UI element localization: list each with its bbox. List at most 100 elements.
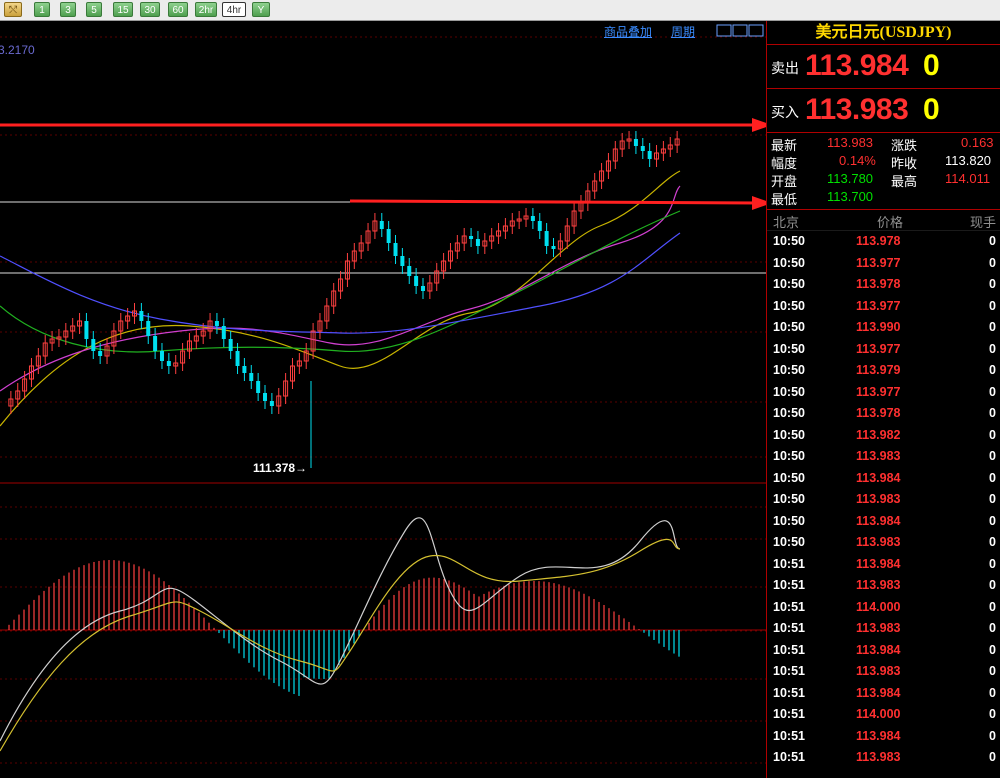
top-left-value: 3.2170 <box>0 43 35 57</box>
overlay-link[interactable]: 商品叠加 <box>604 23 652 40</box>
tick-price: 113.983 <box>856 750 901 764</box>
tick-row: 10:50 113.982 0 <box>767 425 1000 447</box>
change-value: 0.163 <box>961 135 994 150</box>
period-button-8[interactable]: 4hr <box>222 2 246 17</box>
tick-volume: 0 <box>989 750 996 764</box>
period-button-5[interactable]: 30 <box>140 2 160 17</box>
range-value: 0.14% <box>839 153 876 168</box>
tick-price: 113.978 <box>856 277 901 291</box>
ticks-header: 北京 价格 现手 <box>767 210 1000 231</box>
prev-close-value: 113.820 <box>945 153 992 168</box>
tick-row: 10:50 113.990 0 <box>767 317 1000 339</box>
tick-time: 10:51 <box>773 599 805 614</box>
tick-volume: 0 <box>989 621 996 635</box>
candle-body <box>166 361 171 366</box>
prev-close-label: 昨收 <box>891 156 918 171</box>
symbol-title: 美元日元(USDJPY) <box>767 21 1000 45</box>
tick-volume: 0 <box>989 470 996 485</box>
tick-volume: 0 <box>989 642 996 657</box>
ma-line-4 <box>0 232 681 334</box>
ma-line-3 <box>0 210 681 353</box>
tick-row: 10:51 114.000 0 <box>767 597 1000 619</box>
sell-price: 113.984 <box>805 49 909 82</box>
period-button-1[interactable]: 1 <box>34 2 50 17</box>
tick-price: 113.982 <box>856 427 901 442</box>
tick-row: 10:51 113.983 0 <box>767 747 1000 769</box>
candle-body <box>256 381 261 393</box>
tick-row: 10:50 113.977 0 <box>767 382 1000 404</box>
tick-volume: 0 <box>989 406 996 420</box>
candle-body <box>91 339 96 351</box>
tick-time: 10:50 <box>773 277 805 291</box>
candle-body <box>221 326 226 339</box>
open-label: 开盘 <box>771 174 798 189</box>
tick-row: 10:51 113.984 0 <box>767 554 1000 576</box>
tick-time: 10:51 <box>773 685 805 700</box>
red-arrow-head-1 <box>752 118 766 132</box>
tick-price: 113.983 <box>856 578 901 592</box>
tick-row: 10:50 113.978 0 <box>767 403 1000 425</box>
buy-label: 买入 <box>771 104 799 120</box>
tick-row: 10:50 113.983 0 <box>767 489 1000 511</box>
tick-volume: 0 <box>989 427 996 442</box>
period-button-7[interactable]: 2hr <box>195 2 217 17</box>
ticks-volume-header: 现手 <box>969 215 996 230</box>
tick-price: 113.983 <box>856 535 901 549</box>
chart-tool-icon <box>732 24 748 37</box>
tick-row: 10:50 113.978 0 <box>767 231 1000 253</box>
tick-time: 10:51 <box>773 664 805 678</box>
candle-body <box>263 393 268 401</box>
candle-body <box>386 229 391 243</box>
tick-row: 10:51 113.984 0 <box>767 640 1000 662</box>
tick-price: 114.000 <box>856 599 901 614</box>
tick-time: 10:51 <box>773 707 805 721</box>
tick-price: 114.000 <box>856 707 901 721</box>
tick-time: 10:50 <box>773 427 805 442</box>
candle-body <box>530 216 535 221</box>
period-button-9[interactable]: Y <box>252 2 270 17</box>
latest-value: 113.983 <box>827 135 874 150</box>
tick-volume: 0 <box>989 341 996 356</box>
tick-row: 10:50 113.977 0 <box>767 253 1000 275</box>
tick-volume: 0 <box>989 298 996 313</box>
period-button-2[interactable]: 3 <box>60 2 76 17</box>
period-button-0[interactable]: ⤲ <box>4 2 22 17</box>
buy-volume: 0 <box>923 93 940 126</box>
tick-volume: 0 <box>989 449 996 463</box>
candle-body <box>537 221 542 231</box>
tick-price: 113.978 <box>856 234 901 248</box>
high-label: 最高 <box>891 174 918 189</box>
tick-time: 10:50 <box>773 449 805 463</box>
tick-volume: 0 <box>989 513 996 528</box>
low-value: 113.700 <box>827 189 874 204</box>
candle-body <box>400 256 405 266</box>
period-button-4[interactable]: 15 <box>113 2 133 17</box>
tick-row: 10:50 113.977 0 <box>767 296 1000 318</box>
period-link[interactable]: 周期 <box>671 23 695 40</box>
tick-volume: 0 <box>989 234 996 248</box>
tick-row: 10:51 113.984 0 <box>767 726 1000 748</box>
tick-time: 10:50 <box>773 341 805 356</box>
tick-row: 10:50 113.983 0 <box>767 532 1000 554</box>
tick-row: 10:51 113.983 0 <box>767 618 1000 640</box>
tick-price: 113.990 <box>856 320 901 334</box>
tick-time: 10:50 <box>773 470 805 485</box>
candle-body <box>414 276 419 286</box>
tick-time: 10:51 <box>773 728 805 743</box>
candle-body <box>242 366 247 373</box>
tick-time: 10:50 <box>773 384 805 399</box>
tick-time: 10:50 <box>773 255 805 270</box>
tick-time: 10:50 <box>773 298 805 313</box>
tick-volume: 0 <box>989 685 996 700</box>
ticks-price-header: 价格 <box>877 215 904 230</box>
candle-body <box>146 321 151 336</box>
tick-price: 113.979 <box>856 363 901 377</box>
candle-body <box>393 243 398 256</box>
candle-body <box>235 351 240 366</box>
tick-time: 10:50 <box>773 406 805 420</box>
tick-price: 113.984 <box>856 685 901 700</box>
period-button-6[interactable]: 60 <box>168 2 188 17</box>
candle-body <box>139 311 144 321</box>
period-button-3[interactable]: 5 <box>86 2 102 17</box>
tick-time: 10:50 <box>773 513 805 528</box>
